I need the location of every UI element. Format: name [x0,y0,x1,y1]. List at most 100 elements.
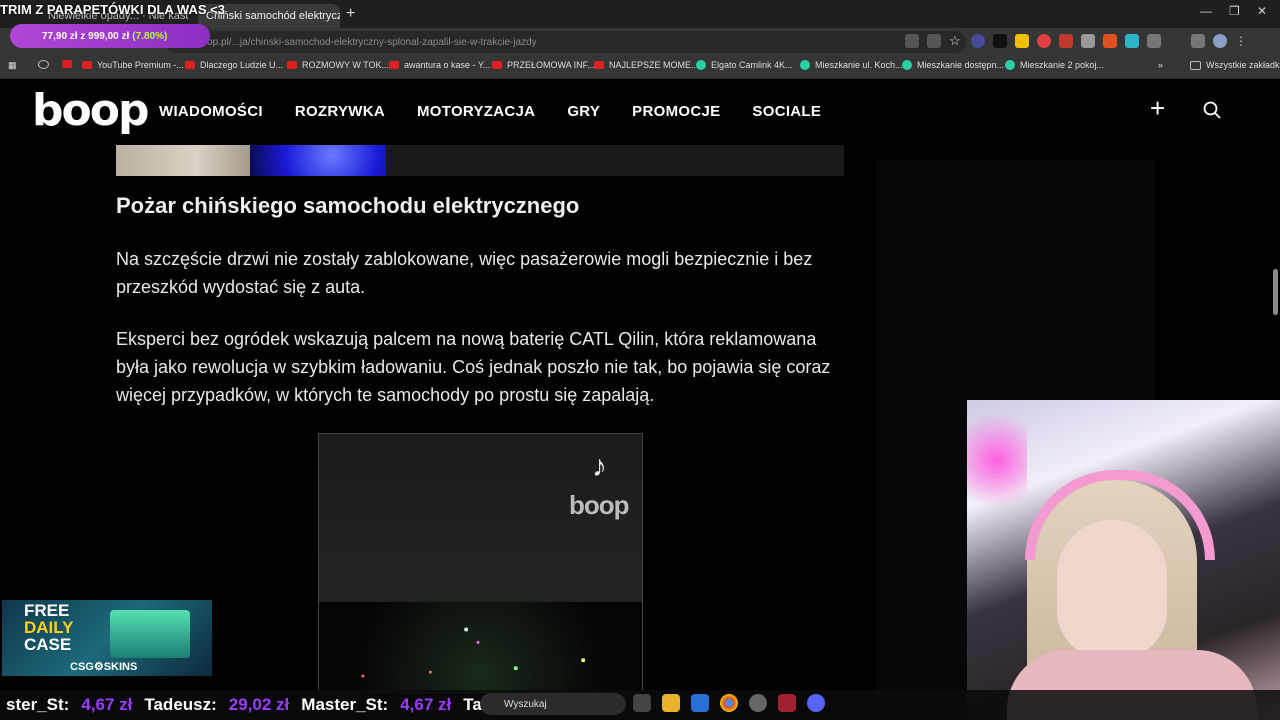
app-icon[interactable] [778,694,796,712]
taskbar-search-input[interactable]: Wyszukaj [480,693,626,715]
extension-icon[interactable] [1015,34,1029,48]
article-heading: Pożar chińskiego samochodu elektrycznego [116,193,580,218]
file-explorer-icon[interactable] [662,694,680,712]
scrollbar-thumb[interactable] [1273,269,1278,315]
site-header: boop WIADOMOŚCI ROZRYWKA MOTORYZACJA GRY… [0,79,1280,145]
promo-text: FREE DAILY CASE [24,602,73,653]
headphones [1025,470,1215,560]
promo-line: CASE [24,635,72,654]
youtube-icon [492,61,502,69]
video-watermark: boop [569,490,630,520]
minimize-icon[interactable]: — [1200,4,1212,18]
new-tab-icon[interactable]: + [346,5,355,23]
bookmark-label: awantura o kase - Y... [404,60,491,70]
restore-icon[interactable]: ❐ [1229,4,1240,18]
bookmark-item[interactable]: Mieszkanie 2 pokoj... [1005,60,1104,70]
site-icon [696,60,706,70]
article-image [116,145,250,176]
site-icon [1005,60,1015,70]
puzzle-icon[interactable] [1147,34,1161,48]
extension-icon[interactable] [993,34,1007,48]
extension-icon[interactable] [1125,34,1139,48]
shield-icon[interactable] [1081,34,1095,48]
url-text: boop.pl/...ja/chinski-samochod-elektrycz… [196,36,537,48]
youtube-icon [82,61,92,69]
extension-icon[interactable] [1037,34,1051,48]
bookmark-label: Elgato Camlink 4K... [711,60,793,70]
donation-amount: 4,67 zł [400,695,452,714]
star-icon[interactable]: ☆ [949,34,963,48]
folder-icon [1190,60,1201,70]
bookmark-label: PRZEŁOMOWA INF... [507,60,595,70]
zoom-icon[interactable] [927,34,941,48]
bookmark-item[interactable]: NAJLEPSZE MOME... [594,60,699,70]
bookmark-item[interactable]: Mieszkanie ul. Koch... [800,60,903,70]
main-nav: WIADOMOŚCI ROZRYWKA MOTORYZACJA GRY PROM… [159,103,821,120]
bookmark-label: YouTube Premium -... [97,60,184,70]
site-logo[interactable]: boop [32,85,149,136]
all-bookmarks[interactable]: Wszystkie zakładki [1190,60,1280,70]
close-window-icon[interactable]: ✕ [1257,4,1267,18]
youtube-icon [185,61,195,69]
nav-item-motoryzacja[interactable]: MOTORYZACJA [417,103,535,120]
nav-item-rozrywka[interactable]: ROZRYWKA [295,103,385,120]
bookmark-item[interactable] [38,60,49,69]
cast-icon[interactable] [905,34,919,48]
webcam-feed [967,400,1280,720]
chrome-icon[interactable] [720,694,738,712]
bookmark-item[interactable]: PRZEŁOMOWA INF... [492,60,595,70]
extension-icon[interactable] [1103,34,1117,48]
chrome-icon [38,60,49,69]
obs-icon[interactable] [749,694,767,712]
profile-avatar[interactable] [1213,34,1227,48]
store-icon[interactable] [691,694,709,712]
extension-icons: ☆ ⋮ [905,34,1249,48]
donor-name: ster_St: [6,695,70,714]
discord-icon[interactable] [807,694,825,712]
url-field[interactable]: boop.pl/...ja/chinski-samochod-elektrycz… [166,31,966,53]
bookmark-item[interactable] [62,60,72,68]
bookmark-item[interactable]: Dlaczego Ludzie U... [185,60,283,70]
bookmark-label: Mieszkanie 2 pokoj... [1020,60,1105,70]
site-icon [800,60,810,70]
apps-icon[interactable]: ▦ [8,60,17,71]
embedded-video[interactable]: ♪ boop [318,433,643,693]
bookmark-item[interactable]: ROZMOWY W TOK... [287,60,389,70]
nav-item-wiadomosci[interactable]: WIADOMOŚCI [159,103,263,120]
extension-icon[interactable] [971,34,985,48]
youtube-icon [62,60,72,68]
search-icon[interactable] [1203,101,1221,119]
bookmark-label: Mieszkanie dostępn... [917,60,1005,70]
bookmark-label: Dlaczego Ludzie U... [200,60,284,70]
taskbar-search-placeholder: Wyszukaj [504,698,547,710]
plus-icon[interactable]: + [1150,93,1165,124]
bookmark-label: ROZMOWY W TOK... [302,60,390,70]
bookmarks-bar: ▦ YouTube Premium -... Dlaczego Ludzie U… [0,56,1280,79]
background-light [967,400,1027,520]
article-paragraph: Na szczęście drzwi nie zostały zablokowa… [116,249,813,297]
bookmark-item[interactable]: YouTube Premium -... [82,60,184,70]
article-paragraph: Eksperci bez ogródek wskazują palcem na … [116,329,831,405]
donor-name: Tadeusz: [144,695,217,714]
article-image [250,145,386,176]
nav-item-sociale[interactable]: SOCIALE [752,103,821,120]
all-bookmarks-label: Wszystkie zakładki [1206,60,1280,70]
bookmark-item[interactable]: Mieszkanie dostępn... [902,60,1004,70]
bookmark-item[interactable]: awantura o kase - Y... [389,60,490,70]
donor-name: Master_St: [301,695,389,714]
youtube-icon [594,61,604,69]
menu-icon[interactable]: ⋮ [1235,34,1249,48]
task-view-icon[interactable] [633,694,651,712]
more-bookmarks-icon[interactable]: » [1158,60,1163,70]
goal-percent: (7.80%) [132,30,168,42]
adblock-icon[interactable] [1059,34,1073,48]
bookmark-item[interactable]: Elgato Camlink 4K... [696,60,793,70]
nav-item-gry[interactable]: GRY [567,103,600,120]
bookmark-label: Mieszkanie ul. Koch... [815,60,903,70]
tab-search-icon[interactable] [1191,34,1205,48]
youtube-icon [389,61,399,69]
stream-goal-title: TRIM Z PARAPETÓWKI DLA WAS <3 [0,2,225,17]
youtube-icon [287,61,297,69]
tiktok-icon: ♪ [592,450,607,483]
nav-item-promocje[interactable]: PROMOCJE [632,103,720,120]
